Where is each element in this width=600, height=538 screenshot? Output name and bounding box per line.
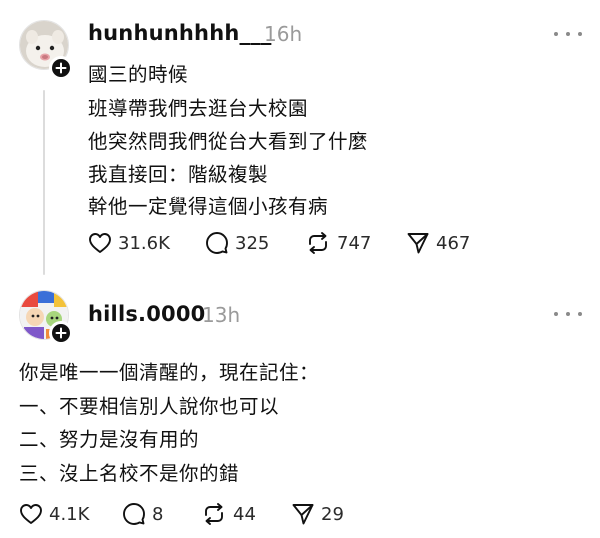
more-dot bbox=[554, 312, 558, 316]
plus-icon bbox=[55, 327, 67, 339]
more-dot bbox=[578, 312, 582, 316]
reply-count: 325 bbox=[235, 232, 270, 254]
repost-icon bbox=[205, 503, 223, 525]
post-text-line: 國三的時候 bbox=[88, 63, 189, 86]
heart-icon bbox=[20, 504, 42, 524]
more-dot bbox=[554, 32, 558, 36]
post-text-line: 你是唯一一個清醒的，現在記住： bbox=[19, 361, 320, 384]
post-text-line: 班導帶我們去逛台大校園 bbox=[88, 97, 309, 120]
like-button[interactable]: 4.1K bbox=[19, 500, 89, 528]
post-actions: 4.1K 8 44 29 bbox=[19, 500, 439, 528]
username[interactable]: hunhunhhhh___ bbox=[88, 21, 272, 45]
username[interactable]: hills.0000 bbox=[88, 302, 205, 326]
reply-button[interactable]: 8 bbox=[122, 500, 163, 528]
repost-count: 747 bbox=[337, 232, 372, 254]
more-dot bbox=[578, 32, 582, 36]
share-button[interactable]: 29 bbox=[291, 500, 344, 528]
follow-plus-button[interactable] bbox=[49, 56, 73, 80]
comment-bubble-icon bbox=[206, 232, 228, 254]
repost-button[interactable]: 44 bbox=[201, 500, 256, 528]
send-paper-plane-icon bbox=[292, 504, 314, 525]
more-options-button[interactable] bbox=[554, 24, 582, 44]
post-text-line: 我直接回：階級複製 bbox=[88, 163, 269, 186]
like-count: 4.1K bbox=[49, 503, 90, 525]
post-timestamp: 13h bbox=[202, 303, 241, 327]
heart-icon bbox=[89, 233, 111, 253]
thread-connector-line bbox=[43, 90, 45, 275]
like-button[interactable]: 31.6K bbox=[88, 229, 170, 257]
post-text-line: 一、不要相信別人說你也可以 bbox=[19, 395, 280, 418]
post-actions: 31.6K 325 747 467 bbox=[88, 229, 508, 257]
like-count: 31.6K bbox=[118, 232, 170, 254]
comment-bubble-icon bbox=[123, 503, 145, 525]
repost-button[interactable]: 747 bbox=[305, 229, 371, 257]
share-count: 29 bbox=[321, 503, 344, 525]
more-options-button[interactable] bbox=[554, 304, 582, 324]
post-text-line: 他突然問我們從台大看到了什麼 bbox=[88, 130, 369, 153]
share-count: 467 bbox=[436, 232, 471, 254]
post-text-line: 二、努力是沒有用的 bbox=[19, 428, 200, 451]
send-paper-plane-icon bbox=[407, 233, 429, 254]
post-text-line: 三、沒上名校不是你的錯 bbox=[19, 462, 240, 485]
repost-icon bbox=[309, 232, 327, 254]
plus-icon bbox=[55, 62, 67, 74]
follow-plus-button[interactable] bbox=[49, 321, 73, 345]
post-text-line: 幹他一定覺得這個小孩有病 bbox=[88, 195, 329, 218]
share-button[interactable]: 467 bbox=[406, 229, 470, 257]
reply-count: 8 bbox=[152, 503, 164, 525]
more-dot bbox=[566, 32, 570, 36]
reply-button[interactable]: 325 bbox=[205, 229, 269, 257]
more-dot bbox=[566, 312, 570, 316]
repost-count: 44 bbox=[233, 503, 256, 525]
post-timestamp: 16h bbox=[264, 22, 303, 46]
